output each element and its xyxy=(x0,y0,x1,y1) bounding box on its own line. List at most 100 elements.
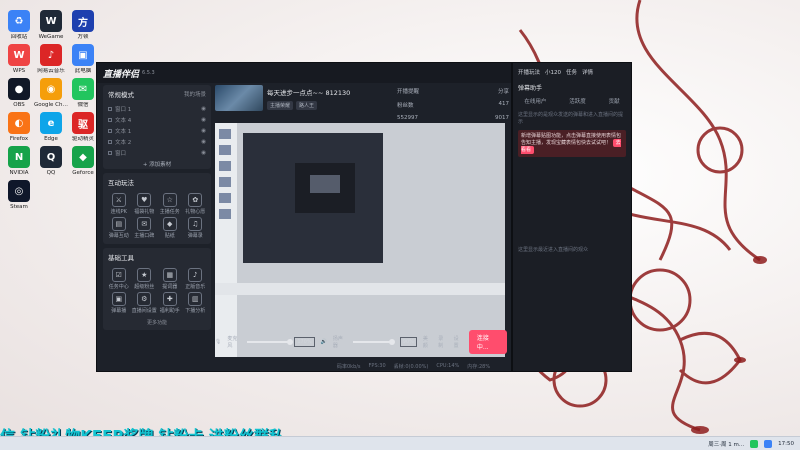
live-tag-sub[interactable]: 路人王 xyxy=(296,101,318,110)
desktop-icon[interactable]: W WeGame xyxy=(34,10,68,41)
tool-label: 礼物心愿 xyxy=(185,209,206,215)
tool-button[interactable]: ◆ 贴纸 xyxy=(157,217,183,239)
desktop-icon[interactable]: W WPS xyxy=(2,44,36,75)
tool-button[interactable]: ♪ 正版音乐 xyxy=(183,268,209,290)
mode-selector[interactable]: 常规模式 xyxy=(108,89,134,99)
eye-icon[interactable]: ◉ xyxy=(201,128,206,134)
eye-icon[interactable]: ◉ xyxy=(201,106,206,112)
scene-item[interactable]: 文本 4 ◉ xyxy=(103,114,211,125)
go-live-button[interactable]: 连接中... xyxy=(468,330,507,354)
likes-value: 552997 xyxy=(397,115,418,121)
scene-item-label: 文本 2 xyxy=(115,139,132,146)
settings-button[interactable]: 设置 xyxy=(454,335,463,349)
tool-button[interactable]: ✉ 主播口碑 xyxy=(132,217,158,239)
beauty-button[interactable]: 美颜 xyxy=(423,335,432,349)
danmaku-sub-tab[interactable]: 活跃度 xyxy=(569,97,586,105)
scene-item[interactable]: 文本 2 ◉ xyxy=(103,136,211,147)
live-cover-thumbnail[interactable] xyxy=(215,85,263,111)
app-icon: ◎ xyxy=(8,180,30,202)
danmaku-sub-tab[interactable]: 贡献 xyxy=(609,97,620,105)
danmaku-top-tab[interactable]: 开播玩法 xyxy=(518,68,540,76)
danmaku-top-tab[interactable]: 详情 xyxy=(582,68,593,76)
tool-button[interactable]: ▦ 提词器 xyxy=(157,268,183,290)
scene-panel: 常规模式 我的场景 窗口 1 ◉ 文本 4 ◉ 文本 1 ◉ 文本 2 ◉ 窗口 ◉ + 添加素材 xyxy=(103,85,211,169)
tool-label: 主播口碑 xyxy=(134,233,155,239)
more-functions-link[interactable]: 更多功能 xyxy=(103,319,211,330)
taskbar-date-hint[interactable]: 周三·周 1 m... xyxy=(708,440,744,448)
taskbar: 周三·周 1 m... 17:50 xyxy=(0,436,800,450)
desktop-icon[interactable]: ◉ Google Chrome xyxy=(34,78,68,109)
live-title[interactable]: 每天进步一点点~~ 812130 xyxy=(267,87,391,97)
add-source-button[interactable]: + 添加素材 xyxy=(103,158,211,169)
tool-button[interactable]: ✚ 福利助手 xyxy=(157,292,183,314)
scene-item[interactable]: 窗口 ◉ xyxy=(103,147,211,158)
danmaku-sub-tabs: 在线用户 活跃度 贡献 xyxy=(513,94,631,108)
status-item: 码率0kb/s xyxy=(337,364,361,370)
record-button[interactable]: 录制 xyxy=(438,335,447,349)
tool-button[interactable]: ♥ 福袋礼物 xyxy=(132,193,158,215)
desktop-icon[interactable]: ● OBS xyxy=(2,78,36,109)
speaker-slider[interactable] xyxy=(352,339,395,345)
live-tag-category[interactable]: 主播荣耀 xyxy=(267,101,294,110)
app-icon: ◉ xyxy=(40,78,62,100)
desktop-icon[interactable]: ✉ 微信 xyxy=(66,78,100,109)
eye-icon[interactable]: ◉ xyxy=(201,117,206,123)
speaker-icon[interactable]: 🔊 xyxy=(321,339,327,345)
desktop-icon[interactable]: 方方顿 xyxy=(66,10,100,41)
tool-button[interactable]: ✿ 礼物心愿 xyxy=(183,193,209,215)
desktop-icon[interactable]: ◎ Steam xyxy=(2,180,36,211)
tool-button[interactable]: ▥ 下播分析 xyxy=(183,292,209,314)
desktop-icon[interactable]: Q QQ xyxy=(34,146,68,177)
mic-icon[interactable]: 🎙 xyxy=(215,339,221,345)
danmaku-top-tab[interactable]: 任务 xyxy=(566,68,577,76)
danmaku-helper-title: 弹幕助手 xyxy=(518,85,543,92)
scene-type-icon xyxy=(108,128,112,133)
desktop-icon[interactable]: N NVIDIA xyxy=(2,146,36,177)
danmaku-sub-tab[interactable]: 在线用户 xyxy=(524,97,546,105)
tool-icon: ▤ xyxy=(111,217,126,231)
app-titlebar: 直播伴侣 6.5.3 xyxy=(97,63,511,83)
desktop-icon-label: NVIDIA xyxy=(9,170,29,176)
tool-button[interactable]: ☑ 任务中心 xyxy=(106,268,132,290)
danmaku-top-tab[interactable]: 小120 xyxy=(545,68,561,76)
stream-preview[interactable] xyxy=(215,123,505,357)
tool-icon: ✚ xyxy=(162,292,177,306)
scene-item[interactable]: 窗口 1 ◉ xyxy=(103,103,211,114)
desktop-icon[interactable]: ♪ 网易云音乐 xyxy=(34,44,68,75)
eye-icon[interactable]: ◉ xyxy=(201,139,206,145)
desktop-icon[interactable]: ◆ Geforce xyxy=(66,146,100,177)
gift-value: 9017 xyxy=(495,115,509,121)
tool-button[interactable]: ♫ 弹幕录 xyxy=(183,217,209,239)
eye-icon[interactable]: ◉ xyxy=(201,150,206,156)
desktop-icon[interactable]: ◐ Firefox xyxy=(2,112,36,143)
tool-button[interactable]: ▤ 弹幕互动 xyxy=(106,217,132,239)
fans-value: 417 xyxy=(498,101,510,107)
scene-type-icon xyxy=(108,106,112,111)
desktop-icon[interactable]: e Edge xyxy=(34,112,68,143)
tool-button[interactable]: ⚔ 连线PK xyxy=(106,193,132,215)
scene-type-icon xyxy=(108,150,112,155)
danmaku-notice-text: 新增弹幕贴图功能，点击弹幕直接使用表情包告知主播，发现宝藏表情包快去试试吧！ xyxy=(521,133,622,146)
tool-button[interactable]: ▣ 弹幕播 xyxy=(106,292,132,314)
desktop-icon[interactable]: ♻ 回收站 xyxy=(2,10,36,41)
desktop-icon[interactable]: ▣ 此电脑 xyxy=(66,44,100,75)
status-item: FPS:30 xyxy=(368,363,386,369)
tool-button[interactable]: ★ 超级粉丝 xyxy=(132,268,158,290)
share-button[interactable]: 分享 xyxy=(498,87,509,95)
app-icon: W xyxy=(8,44,30,66)
danmaku-footer: 这里显示最近进入直播间的观众 xyxy=(518,247,589,253)
desktop-icon-label: Geforce xyxy=(72,170,94,176)
left-sidebar: 常规模式 我的场景 窗口 1 ◉ 文本 4 ◉ 文本 1 ◉ 文本 2 ◉ 窗口 ◉ + 添加素材… xyxy=(103,85,211,334)
desktop-icon[interactable]: 驱驱动精灵 xyxy=(66,112,100,143)
wechat-tray-icon[interactable] xyxy=(750,439,759,448)
open-reminder-button[interactable]: 开播提醒 xyxy=(397,87,419,95)
scene-item[interactable]: 文本 1 ◉ xyxy=(103,125,211,136)
basic-panel: 基础工具 ☑ 任务中心 ★ 超级粉丝 ▦ 提词器 ♪ 正版音乐 ▣ 弹幕播 ⚙ 直播间设置 ✚ 福利助手 ▥… xyxy=(103,248,211,330)
network-tray-icon[interactable] xyxy=(764,439,773,448)
tool-button[interactable]: ⚙ 直播间设置 xyxy=(132,292,158,314)
tool-button[interactable]: ☆ 主播任务 xyxy=(157,193,183,215)
taskbar-clock[interactable]: 17:50 xyxy=(778,441,794,447)
mic-slider[interactable] xyxy=(247,339,294,345)
speaker-label: 扬声器 xyxy=(332,336,343,349)
danmaku-notice: 新增弹幕贴图功能，点击弹幕直接使用表情包告知主播，发现宝藏表情包快去试试吧！ 去… xyxy=(518,130,626,157)
